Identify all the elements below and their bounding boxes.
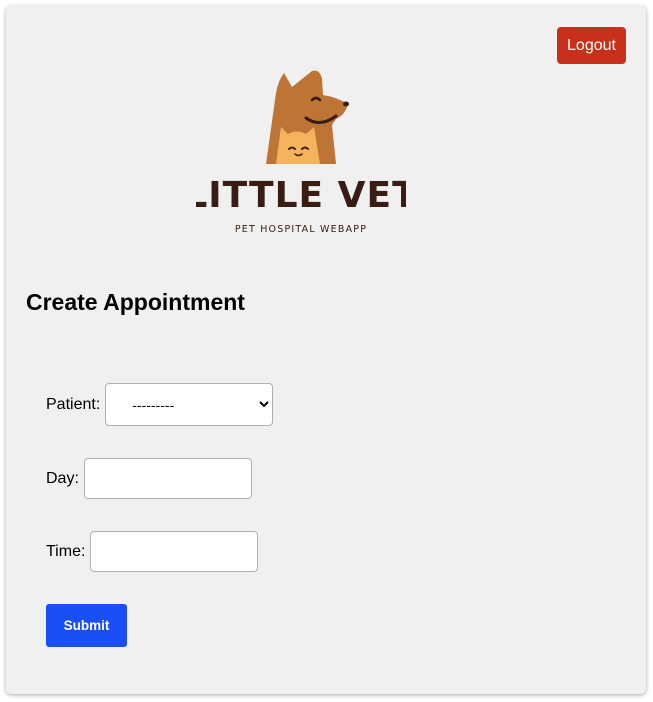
time-input[interactable] [90, 531, 259, 572]
page-title: Create Appointment [26, 289, 245, 315]
logo-tagline: PET HOSPITAL WEBAPP [234, 224, 368, 235]
patient-select[interactable]: --------- [105, 383, 274, 426]
logout-button[interactable]: Logout [557, 27, 626, 64]
time-field-row: Time: [46, 531, 259, 572]
day-field-row: Day: [46, 458, 252, 499]
logo-brand-text: LITTLE VET [196, 175, 406, 216]
patient-label: Patient: [46, 395, 101, 413]
day-input[interactable] [83, 458, 252, 499]
time-label: Time: [46, 542, 86, 560]
dog-and-cat-logo-icon: LITTLE VET [196, 70, 406, 216]
patient-field-row: Patient: --------- [46, 383, 274, 426]
submit-button[interactable]: Submit [46, 604, 127, 647]
little-vet-logo: LITTLE VET PET HOSPITAL WEBAPP [196, 61, 406, 246]
appointment-card: Logout LITTLE VET PET HOSPITAL WEBAPP Cr… [6, 6, 646, 694]
day-label: Day: [46, 469, 79, 487]
